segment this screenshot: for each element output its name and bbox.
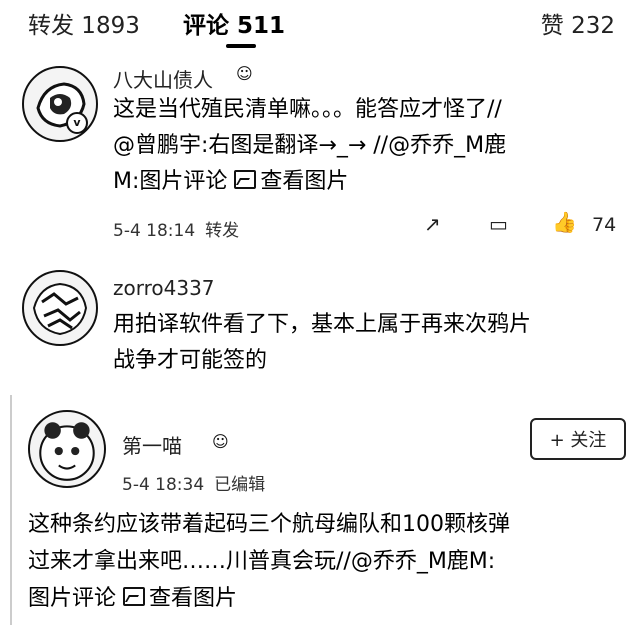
active-tab-indicator xyxy=(226,44,256,48)
comment-text-line: 用拍译软件看了下，基本上属于再来次鸦片 xyxy=(113,312,532,337)
divider xyxy=(10,395,12,625)
comment-meta: 5-4 18:14 转发 xyxy=(113,216,249,241)
comment-time: 5-4 18:14 xyxy=(113,221,196,241)
user-badge-icon: ☺ xyxy=(212,432,229,451)
comment-text-line[interactable]: @曾鹏宇:右图是翻译→_→ //@乔乔_M鹿 xyxy=(113,128,623,164)
avatar[interactable] xyxy=(22,66,98,142)
comment-text-line: 战争才可能签的 xyxy=(113,348,268,373)
comment-text-line: 这是当代殖民清单嘛。。。能答应才怪了// xyxy=(113,97,502,122)
comment-time: 5-4 18:34 xyxy=(122,475,205,495)
view-image-link[interactable]: 查看图片 xyxy=(260,169,348,194)
comment-meta: 5-4 18:34 已编辑 xyxy=(122,470,275,495)
comment-text: 这种条约应该带着起码三个航母编队和100颗核弹 过来才拿出来吧……川普真会玩//… xyxy=(28,506,628,617)
reply-icon[interactable]: ▭ xyxy=(489,212,508,236)
comment-text-line: 图片评论 查看图片 xyxy=(28,580,628,617)
comment-username[interactable]: 第一喵 xyxy=(122,430,182,459)
comment-username[interactable]: zorro4337 xyxy=(113,276,215,300)
edited-label: 已编辑 xyxy=(214,475,266,495)
avatar[interactable] xyxy=(22,270,98,346)
tab-repost[interactable]: 转发 1893 xyxy=(28,6,140,40)
user-badge-icon: ☺ xyxy=(236,64,253,83)
image-icon xyxy=(123,587,145,606)
avatar[interactable] xyxy=(28,410,106,488)
tab-comments[interactable]: 评论 511 xyxy=(183,6,285,40)
comment-text-segment[interactable]: 图片评论 xyxy=(28,586,123,611)
verified-badge-icon: v xyxy=(66,112,88,134)
comment-text-line: 这种条约应该带着起码三个航母编队和100颗核弹 xyxy=(28,512,510,537)
comment-text-line[interactable]: 过来才拿出来吧……川普真会玩//@乔乔_M鹿M: xyxy=(28,543,628,580)
like-icon[interactable]: 👍 xyxy=(552,210,577,234)
share-icon[interactable]: ↗ xyxy=(424,212,441,236)
comment-username[interactable]: 八大山债人 xyxy=(113,64,213,93)
comment-text: 用拍译软件看了下，基本上属于再来次鸦片 战争才可能签的 xyxy=(113,307,623,379)
image-icon xyxy=(234,170,257,189)
repost-link[interactable]: 转发 xyxy=(205,221,239,241)
comment-text-segment[interactable]: M:图片评论 xyxy=(113,169,234,194)
comment-text: 这是当代殖民清单嘛。。。能答应才怪了// @曾鹏宇:右图是翻译→_→ //@乔乔… xyxy=(113,92,623,200)
comment-tabs: 转发 1893 评论 511 赞 232 xyxy=(0,0,641,58)
tab-likes[interactable]: 赞 232 xyxy=(541,6,615,40)
like-count: 74 xyxy=(592,214,617,236)
comment-text-line: M:图片评论 查看图片 xyxy=(113,164,623,200)
follow-button[interactable]: + 关注 xyxy=(530,418,626,460)
view-image-link[interactable]: 查看图片 xyxy=(149,586,237,611)
